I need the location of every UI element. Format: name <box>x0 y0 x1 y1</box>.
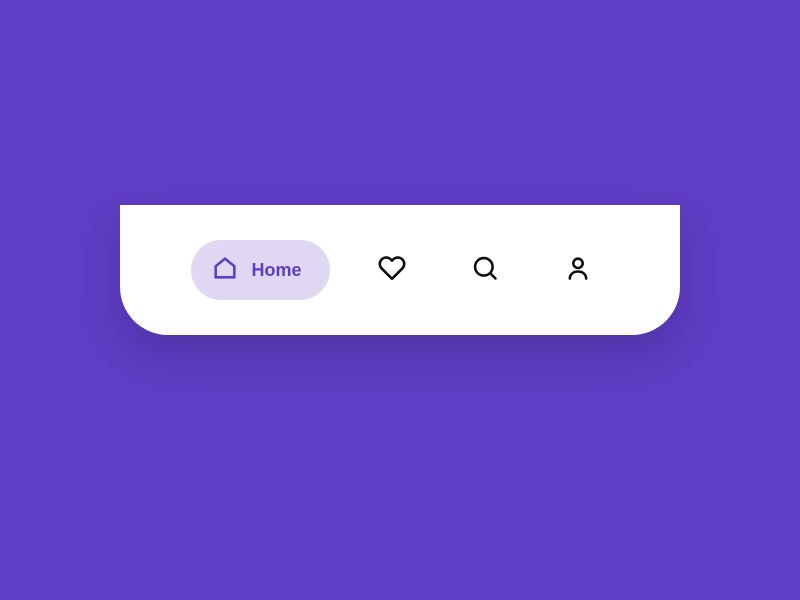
bottom-nav: Home <box>120 205 680 335</box>
search-icon <box>471 254 499 287</box>
nav-item-home[interactable]: Home <box>191 240 329 300</box>
nav-item-favorites[interactable] <box>362 240 422 300</box>
nav-item-search[interactable] <box>455 240 515 300</box>
nav-item-label: Home <box>251 260 301 281</box>
nav-item-profile[interactable] <box>548 240 608 300</box>
user-icon <box>564 254 592 287</box>
home-icon <box>211 254 239 287</box>
heart-icon <box>378 254 406 287</box>
